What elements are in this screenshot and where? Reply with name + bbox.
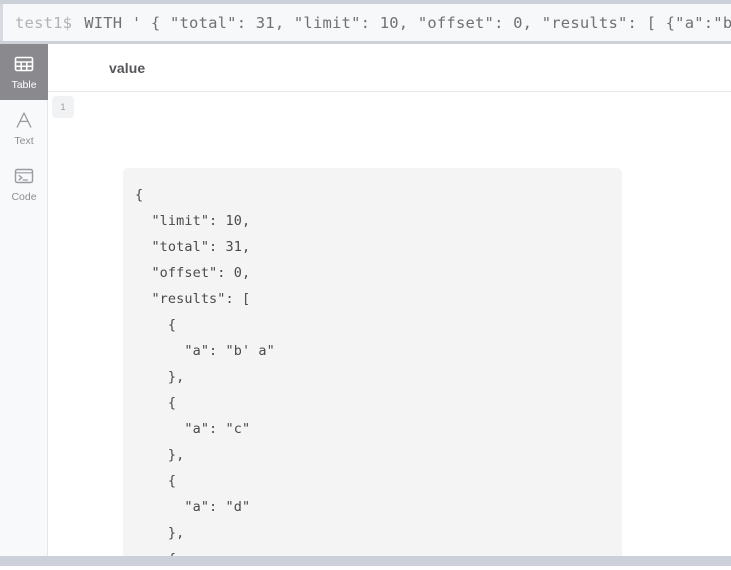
- rail-item-table-label: Table: [11, 79, 37, 92]
- rail-item-text-label: Text: [14, 135, 34, 148]
- table-header-row: value: [48, 44, 731, 92]
- result-frame: test1$ WITH ' { "total": 31, "limit": 10…: [0, 0, 731, 570]
- json-value-text: { "limit": 10, "total": 31, "offset": 0,…: [135, 187, 275, 556]
- result-card: Table Text Code value 1 {"limit": 10, "…: [0, 44, 731, 556]
- rail-item-table[interactable]: Table: [0, 44, 48, 100]
- rail-item-code-label: Code: [11, 191, 37, 204]
- column-header-value: value: [109, 59, 146, 76]
- query-text: WITH ' { "total": 31, "limit": 10, "offs…: [84, 13, 731, 32]
- table-row: 1 { "limit": 10, "total": 31, "offset": …: [48, 92, 731, 556]
- query-bar[interactable]: test1$ WITH ' { "total": 31, "limit": 10…: [0, 4, 731, 41]
- view-switch-rail: Table Text Code: [0, 44, 48, 556]
- row-number-cell: 1: [52, 96, 74, 118]
- next-card-peek: [0, 566, 731, 570]
- text-a-icon: [13, 109, 35, 131]
- json-value-panel[interactable]: { "limit": 10, "total": 31, "offset": 0,…: [123, 168, 622, 556]
- table-icon: [13, 53, 35, 75]
- code-terminal-icon: [13, 165, 35, 187]
- rail-item-text[interactable]: Text: [0, 100, 48, 156]
- rail-item-code[interactable]: Code: [0, 156, 48, 212]
- result-table: value 1 { "limit": 10, "total": 31, "off…: [48, 44, 731, 556]
- query-prompt-label: test1$: [15, 13, 73, 32]
